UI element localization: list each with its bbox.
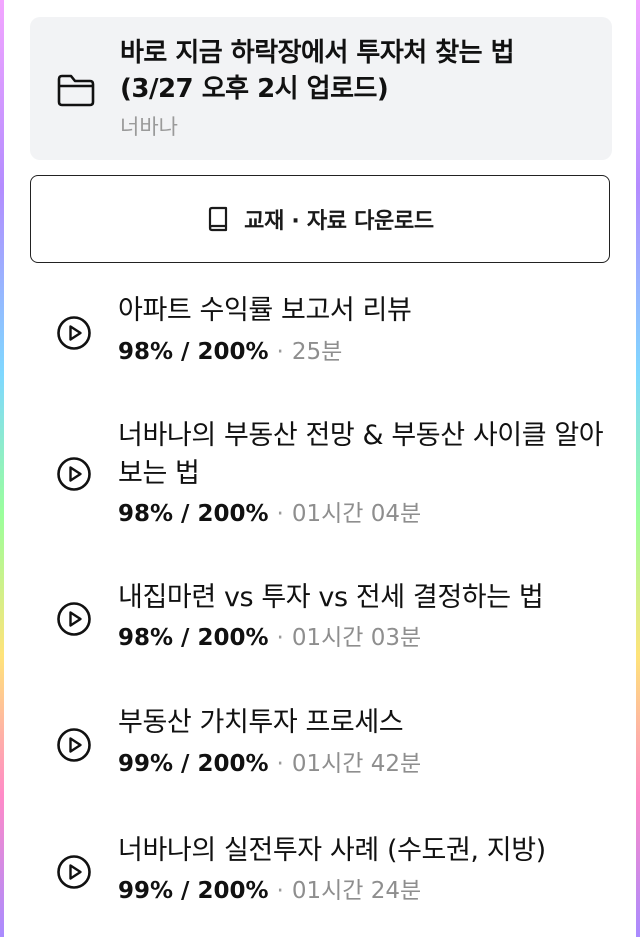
lesson-item[interactable]: 아파트 수익률 보고서 리뷰 98% / 200% · 25분: [0, 290, 640, 380]
lesson-title: 너바나의 실전투자 사례 (수도권, 지방): [118, 835, 546, 866]
play-circle-icon[interactable]: [56, 854, 92, 890]
lesson-progress: 99% / 200%: [118, 751, 269, 777]
play-circle-icon[interactable]: [56, 456, 92, 492]
meta-separator: ·: [276, 878, 284, 904]
lesson-duration: 01시간 04분: [291, 501, 422, 527]
lesson-title: 너바나의 부동산 전망 & 부동산 사이클 알아보는 법: [118, 420, 604, 489]
lesson-item[interactable]: 내집마련 vs 투자 vs 전세 결정하는 법 98% / 200% · 01시간 …: [0, 578, 640, 668]
lesson-meta: 98% / 200% · 01시간 03분: [118, 622, 421, 654]
lesson-duration: 25분: [291, 339, 343, 365]
lesson-meta: 99% / 200% · 01시간 42분: [118, 748, 421, 780]
lesson-item[interactable]: 부동산 가치투자 프로세스 99% / 200% · 01시간 42분: [0, 703, 640, 793]
course-folder-card: 바로 지금 하락장에서 투자처 찾는 법 (3/27 오후 2시 업로드) 너바…: [30, 17, 612, 160]
book-icon: [209, 206, 228, 232]
lesson-progress: 99% / 200%: [118, 878, 269, 904]
materials-download-button[interactable]: 교재 · 자료 다운로드: [30, 175, 610, 263]
course-title: 바로 지금 하락장에서 투자처 찾는 법 (3/27 오후 2시 업로드): [120, 38, 515, 104]
lesson-title: 부동산 가치투자 프로세스: [118, 707, 404, 738]
course-author: 너바나: [120, 115, 178, 139]
play-circle-icon[interactable]: [56, 315, 92, 351]
lesson-meta: 99% / 200% · 01시간 24분: [118, 875, 421, 907]
lesson-item[interactable]: 너바나의 부동산 전망 & 부동산 사이클 알아보는 법 98% / 200% ·…: [0, 413, 640, 535]
meta-separator: ·: [276, 625, 284, 651]
lesson-title: 아파트 수익률 보고서 리뷰: [118, 295, 412, 326]
folder-icon: [57, 74, 95, 107]
lesson-duration: 01시간 03분: [291, 625, 422, 651]
lesson-item[interactable]: 너바나의 실전투자 사례 (수도권, 지방) 99% / 200% · 01시간 2…: [0, 832, 640, 922]
meta-separator: ·: [276, 751, 284, 777]
download-label: 교재 · 자료 다운로드: [244, 209, 434, 234]
meta-separator: ·: [276, 339, 284, 365]
lesson-meta: 98% / 200% · 25분: [118, 336, 342, 368]
play-circle-icon[interactable]: [56, 727, 92, 763]
lesson-duration: 01시간 42분: [291, 751, 422, 777]
lesson-progress: 98% / 200%: [118, 625, 269, 651]
lesson-meta: 98% / 200% · 01시간 04분: [118, 498, 421, 530]
lesson-progress: 98% / 200%: [118, 339, 269, 365]
lesson-progress: 98% / 200%: [118, 501, 269, 527]
lesson-title: 내집마련 vs 투자 vs 전세 결정하는 법: [118, 582, 544, 613]
play-circle-icon[interactable]: [56, 601, 92, 637]
lesson-duration: 01시간 24분: [291, 878, 422, 904]
meta-separator: ·: [276, 501, 284, 527]
